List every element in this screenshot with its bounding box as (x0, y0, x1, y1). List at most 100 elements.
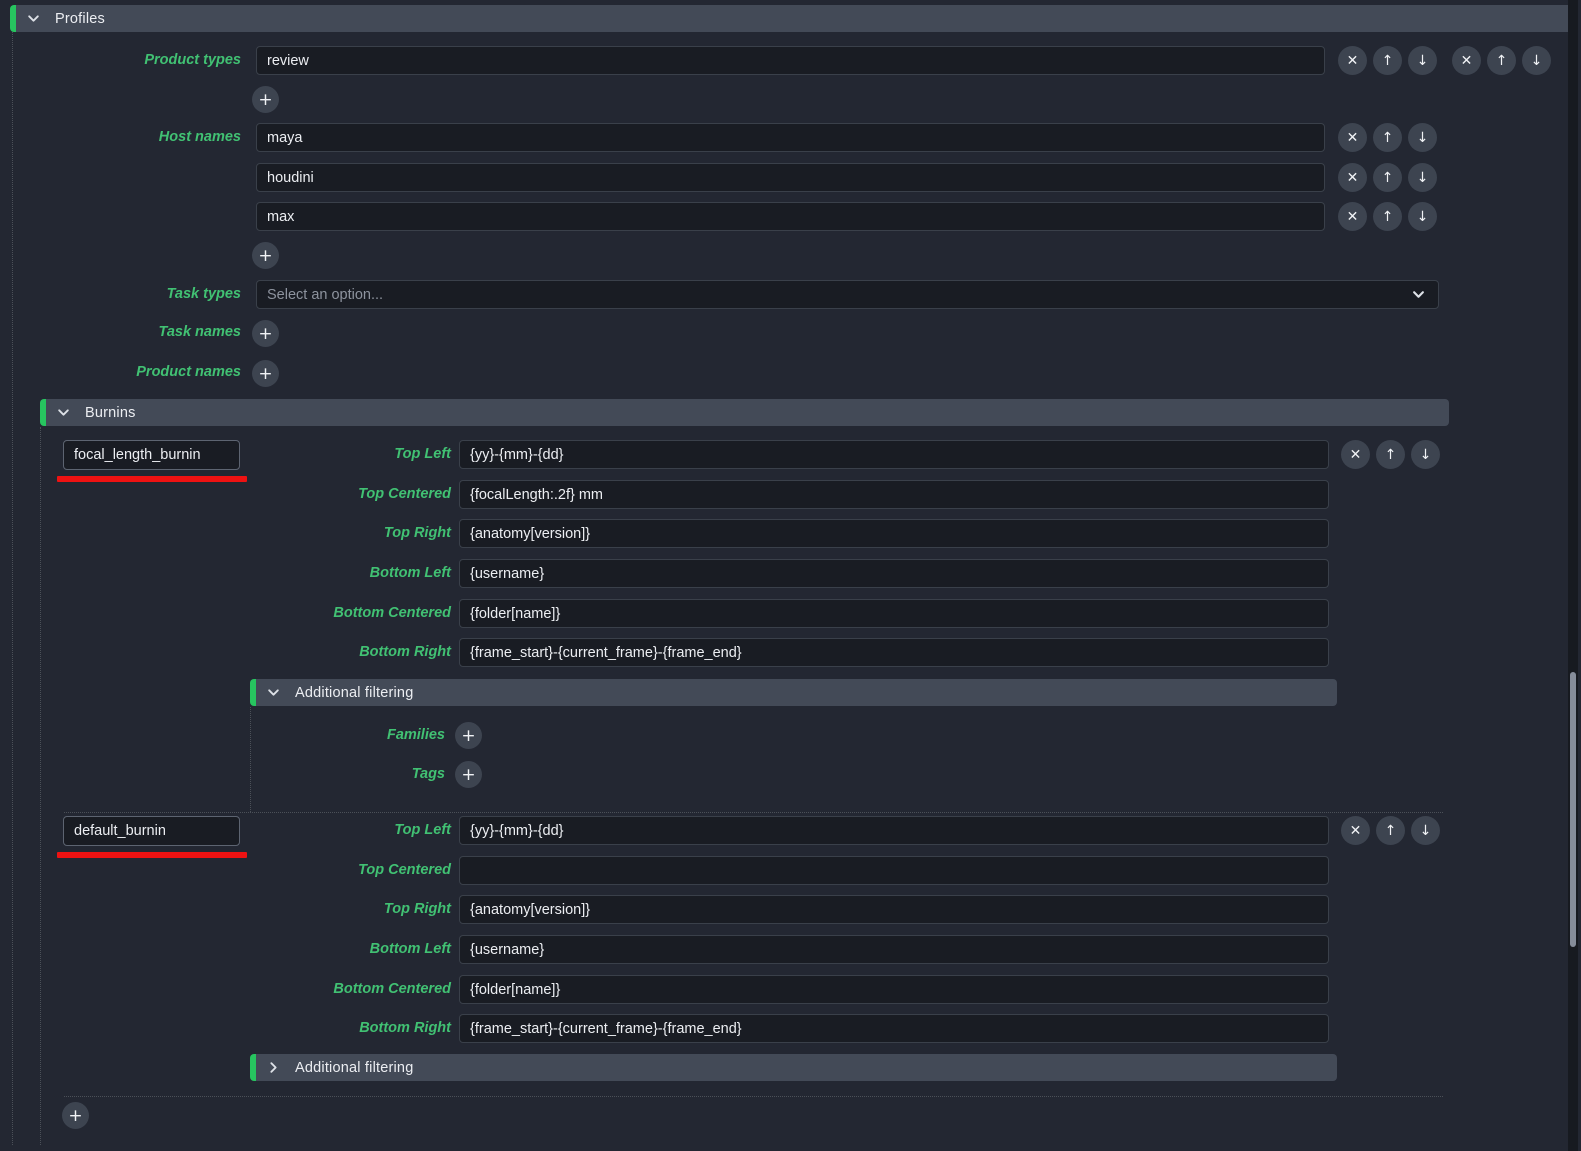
remove-item-button[interactable]: ✕ (1338, 202, 1367, 231)
move-item-up-button[interactable]: ↑ (1373, 163, 1402, 192)
x-icon: ✕ (1347, 131, 1359, 145)
arrow-up-icon: ↑ (1382, 210, 1394, 224)
x-icon: ✕ (1347, 54, 1359, 68)
additional-filtering-guide-line (250, 707, 251, 812)
burnins-guide-line (40, 427, 41, 1145)
additional-filtering-title: Additional filtering (295, 1060, 413, 1076)
host-name-input[interactable] (256, 202, 1325, 231)
host-name-input[interactable] (256, 123, 1325, 152)
task-types-select-placeholder: Select an option... (267, 287, 383, 303)
move-burnin-up-button[interactable]: ↑ (1376, 816, 1405, 845)
product-types-item-actions: ✕ ↑ ↓ (1338, 46, 1437, 75)
scrollbar-track[interactable] (1568, 0, 1578, 1151)
burnin-field-label: Bottom Left (0, 559, 451, 588)
move-burnin-down-button[interactable]: ↓ (1411, 816, 1440, 845)
host-name-item-actions: ✕ ↑ ↓ (1338, 163, 1437, 192)
red-underline-annotation (57, 476, 247, 482)
additional-filtering-header[interactable]: Additional filtering (250, 1054, 1337, 1081)
remove-item-button[interactable]: ✕ (1338, 123, 1367, 152)
burnin-name-input[interactable] (63, 440, 240, 470)
move-burnin-up-button[interactable]: ↑ (1376, 440, 1405, 469)
chevron-down-icon (267, 686, 280, 699)
remove-burnin-button[interactable]: ✕ (1341, 816, 1370, 845)
additional-filtering-header[interactable]: Additional filtering (250, 679, 1337, 706)
move-item-up-button[interactable]: ↑ (1373, 202, 1402, 231)
additional-filtering-title: Additional filtering (295, 685, 413, 701)
burnin-bottom-left-input[interactable] (459, 559, 1329, 588)
profiles-section-header[interactable]: Profiles (10, 5, 1573, 32)
add-task-name-button[interactable]: + (252, 320, 279, 347)
add-burnin-button[interactable]: + (62, 1102, 89, 1129)
add-tag-button[interactable]: + (455, 761, 482, 788)
add-host-name-button[interactable]: + (252, 242, 279, 269)
remove-item-button[interactable]: ✕ (1338, 163, 1367, 192)
profiles-section-title: Profiles (55, 11, 105, 27)
burnins-bottom-separator (64, 1096, 1443, 1097)
burnin-field-label: Bottom Right (0, 638, 451, 667)
product-names-label: Product names (0, 359, 241, 386)
move-burnin-down-button[interactable]: ↓ (1411, 440, 1440, 469)
move-item-up-button[interactable]: ↑ (1373, 46, 1402, 75)
arrow-up-icon: ↑ (1385, 448, 1397, 462)
chevron-down-icon (57, 406, 70, 419)
move-item-up-button[interactable]: ↑ (1373, 123, 1402, 152)
burnin-bottom-right-input[interactable] (459, 1014, 1329, 1043)
move-item-down-button[interactable]: ↓ (1408, 202, 1437, 231)
scrollbar-thumb[interactable] (1570, 672, 1576, 947)
x-icon: ✕ (1347, 171, 1359, 185)
host-name-item-actions: ✕ ↑ ↓ (1338, 123, 1437, 152)
burnin-bottom-centered-input[interactable] (459, 975, 1329, 1004)
arrow-down-icon: ↓ (1417, 131, 1429, 145)
burnin-top-left-input[interactable] (459, 440, 1329, 469)
burnin-field-label: Bottom Left (0, 935, 451, 964)
plus-icon: + (258, 90, 272, 110)
move-profile-down-button[interactable]: ↓ (1522, 46, 1551, 75)
burnin-field-label: Top Centered (0, 856, 451, 885)
remove-burnin-button[interactable]: ✕ (1341, 440, 1370, 469)
burnin-top-left-input[interactable] (459, 816, 1329, 845)
add-family-button[interactable]: + (455, 722, 482, 749)
remove-item-button[interactable]: ✕ (1338, 46, 1367, 75)
x-icon: ✕ (1461, 54, 1473, 68)
burnin-name-input[interactable] (63, 816, 240, 846)
plus-icon: + (258, 246, 272, 266)
host-name-input[interactable] (256, 163, 1325, 192)
host-names-label: Host names (0, 123, 241, 152)
move-item-down-button[interactable]: ↓ (1408, 46, 1437, 75)
burnin-bottom-right-input[interactable] (459, 638, 1329, 667)
task-names-label: Task names (0, 319, 241, 346)
burnin-bottom-left-input[interactable] (459, 935, 1329, 964)
arrow-down-icon: ↓ (1531, 54, 1543, 68)
plus-icon: + (461, 765, 475, 785)
add-product-type-button[interactable]: + (252, 86, 279, 113)
arrow-down-icon: ↓ (1420, 448, 1432, 462)
move-profile-up-button[interactable]: ↑ (1487, 46, 1516, 75)
burnins-section-header[interactable]: Burnins (40, 399, 1449, 426)
burnin-top-right-input[interactable] (459, 895, 1329, 924)
arrow-up-icon: ↑ (1385, 824, 1397, 838)
move-item-down-button[interactable]: ↓ (1408, 123, 1437, 152)
burnin-top-centered-input[interactable] (459, 480, 1329, 509)
plus-icon: + (258, 364, 272, 384)
burnin-bottom-centered-input[interactable] (459, 599, 1329, 628)
product-types-label: Product types (0, 46, 241, 75)
chevron-right-icon (267, 1061, 280, 1074)
burnins-section-title: Burnins (85, 405, 136, 421)
arrow-up-icon: ↑ (1382, 54, 1394, 68)
plus-icon: + (258, 324, 272, 344)
product-types-input[interactable] (256, 46, 1325, 75)
x-icon: ✕ (1350, 448, 1362, 462)
move-item-down-button[interactable]: ↓ (1408, 163, 1437, 192)
task-types-select[interactable]: Select an option... (256, 280, 1439, 309)
arrow-down-icon: ↓ (1417, 210, 1429, 224)
arrow-down-icon: ↓ (1420, 824, 1432, 838)
burnin-field-label: Bottom Right (0, 1014, 451, 1043)
burnin-top-right-input[interactable] (459, 519, 1329, 548)
burnin-top-centered-input[interactable] (459, 856, 1329, 885)
chevron-down-icon (27, 12, 40, 25)
burnin-field-label: Bottom Centered (0, 975, 451, 1004)
families-label: Families (0, 722, 445, 748)
remove-profile-button[interactable]: ✕ (1452, 46, 1481, 75)
plus-icon: + (461, 726, 475, 746)
add-product-name-button[interactable]: + (252, 360, 279, 387)
